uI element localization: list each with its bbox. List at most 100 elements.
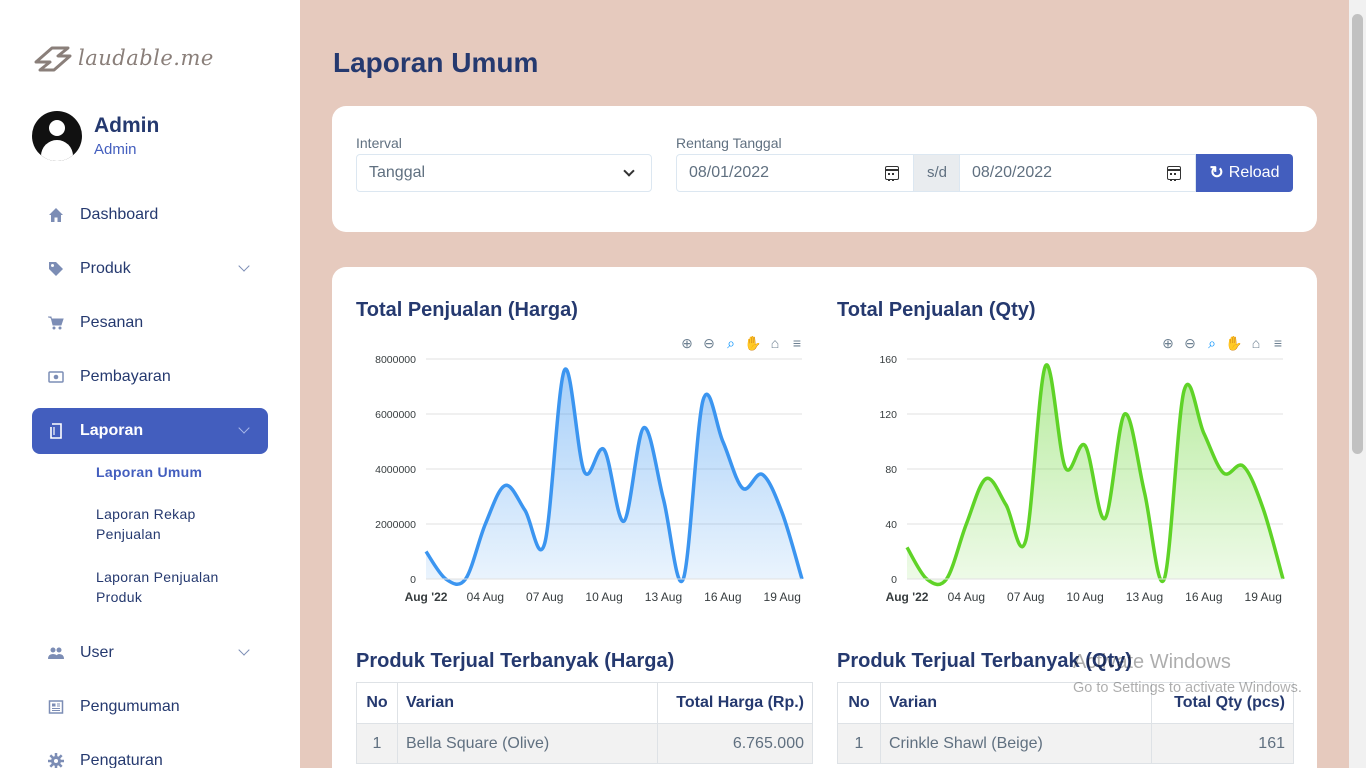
chevron-down-icon (623, 165, 635, 177)
table-harga: No Varian Total Harga (Rp.) 1 Bella Squa… (356, 682, 813, 764)
sidebar: laudable.me Admin Admin Dashboard Produk (0, 0, 300, 768)
logo-text: laudable.me (78, 46, 214, 70)
page-scrollbar[interactable] (1349, 0, 1366, 768)
users-icon (48, 645, 64, 661)
home-icon (48, 207, 64, 223)
tag-icon (48, 261, 64, 277)
x-tick-label: 13 Aug (1126, 590, 1163, 604)
date-to-value: 08/20/2022 (972, 164, 1053, 181)
x-tick-label: 07 Aug (526, 590, 563, 604)
submenu-laporan-rekap-penjualan[interactable]: Laporan Rekap Penjualan (96, 504, 216, 544)
cell-varian: Bella Square (Olive) (397, 723, 658, 764)
newspaper-icon (48, 699, 64, 715)
filter-card: Interval Tanggal Rentang Tanggal 08/01/2… (332, 106, 1317, 232)
sidebar-item-pengumuman[interactable]: Pengumuman (32, 684, 268, 730)
x-tick-label: 16 Aug (1185, 590, 1222, 604)
user-profile: Admin Admin (32, 111, 159, 161)
sidebar-item-pengaturan[interactable]: Pengaturan (32, 738, 268, 768)
reload-label: Reload (1228, 164, 1280, 181)
sidebar-item-produk[interactable]: Produk (32, 246, 268, 292)
x-tick-label: 10 Aug (1066, 590, 1103, 604)
chevron-down-icon (238, 644, 250, 656)
submenu-laporan-penjualan-produk[interactable]: Laporan Penjualan Produk (96, 567, 226, 607)
chevron-down-icon (238, 260, 250, 272)
x-tick-label: 13 Aug (645, 590, 682, 604)
interval-select[interactable]: Tanggal (356, 154, 652, 192)
col-varian: Varian (397, 682, 658, 724)
series-area (426, 369, 802, 585)
windows-activation-watermark: Activate Windows Go to Settings to activ… (1073, 651, 1302, 696)
refresh-icon: ↻ (1209, 163, 1224, 182)
x-tick-label: Aug '22 (405, 590, 448, 604)
y-tick-label: 0 (891, 574, 897, 586)
y-tick-label: 0 (410, 574, 416, 586)
cart-icon (48, 315, 64, 331)
sidebar-item-laporan[interactable]: Laporan (32, 408, 268, 454)
x-tick-label: Aug '22 (886, 590, 929, 604)
sidebar-item-pesanan[interactable]: Pesanan (32, 300, 268, 346)
col-total: Total Harga (Rp.) (657, 682, 813, 724)
col-no: No (837, 682, 881, 724)
page-title: Laporan Umum (333, 47, 539, 78)
sidebar-item-label: Laporan (80, 422, 144, 439)
reload-button[interactable]: ↻ Reload (1196, 154, 1293, 192)
calendar-icon[interactable] (1167, 166, 1181, 181)
table-row: 1 Crinkle Shawl (Beige) 161 (837, 723, 1294, 764)
sidebar-item-pembayaran[interactable]: Pembayaran (32, 354, 268, 400)
date-from-input[interactable]: 08/01/2022 (676, 154, 914, 192)
chevron-down-icon (238, 422, 250, 434)
chart-qty[interactable]: 0 40 80 120 160 Aug '22 04 Aug 07 Aug 10 Aug 13 A… (837, 347, 1297, 607)
cell-no: 1 (356, 723, 398, 764)
y-tick-label: 6000000 (375, 409, 416, 421)
sidebar-item-label: Pembayaran (80, 368, 171, 385)
avatar (32, 111, 82, 161)
chart-harga[interactable]: 0 2000000 4000000 6000000 8000000 Aug '22 04 A… (356, 347, 816, 607)
table-row: 1 Bella Square (Olive) 6.765.000 (356, 723, 813, 764)
x-tick-label: 16 Aug (704, 590, 741, 604)
interval-value: Tanggal (369, 164, 426, 181)
y-tick-label: 8000000 (375, 354, 416, 366)
sidebar-item-label: Pengumuman (80, 698, 180, 715)
cell-total: 6.765.000 (657, 723, 813, 764)
submenu-laporan-umum[interactable]: Laporan Umum (96, 462, 268, 482)
date-separator: s/d (914, 154, 960, 192)
sidebar-item-label: User (80, 644, 114, 661)
sidebar-item-label: Dashboard (80, 206, 159, 223)
sidebar-item-label: Pesanan (80, 314, 144, 331)
x-tick-label: 19 Aug (764, 590, 801, 604)
interval-label: Interval (356, 135, 402, 151)
date-to-input[interactable]: 08/20/2022 (959, 154, 1196, 192)
profile-name: Admin (94, 114, 160, 137)
scrollbar-thumb[interactable] (1352, 14, 1363, 454)
y-tick-label: 120 (879, 409, 897, 421)
x-tick-label: 19 Aug (1245, 590, 1282, 604)
x-tick-label: 10 Aug (585, 590, 622, 604)
calendar-icon[interactable] (885, 166, 899, 181)
document-icon (48, 423, 64, 439)
gear-icon (48, 753, 64, 768)
y-tick-label: 40 (885, 519, 897, 531)
y-tick-label: 160 (879, 354, 897, 366)
x-tick-label: 04 Aug (948, 590, 985, 604)
sidebar-item-user[interactable]: User (32, 630, 268, 676)
profile-role: Admin (94, 141, 137, 158)
sidebar-menu: Dashboard Produk Pesanan Pembayaran Lapo… (32, 192, 268, 768)
x-tick-label: 07 Aug (1007, 590, 1044, 604)
chart-title-harga: Total Penjualan (Harga) (356, 299, 578, 321)
sidebar-item-dashboard[interactable]: Dashboard (32, 192, 268, 238)
y-tick-label: 80 (885, 464, 897, 476)
cell-varian: Crinkle Shawl (Beige) (880, 723, 1152, 764)
chart-title-qty: Total Penjualan (Qty) (837, 299, 1036, 321)
logo[interactable]: laudable.me (32, 40, 214, 76)
range-label: Rentang Tanggal (676, 135, 782, 151)
y-tick-label: 4000000 (375, 464, 416, 476)
table-title-harga: Produk Terjual Terbanyak (Harga) (356, 650, 675, 672)
sidebar-item-label: Produk (80, 260, 131, 277)
watermark-line2: Go to Settings to activate Windows. (1073, 680, 1302, 696)
logo-icon (34, 46, 72, 72)
cell-no: 1 (837, 723, 881, 764)
date-from-value: 08/01/2022 (689, 164, 770, 181)
laporan-submenu: Laporan Umum Laporan Rekap Penjualan Lap… (32, 462, 268, 607)
y-tick-label: 2000000 (375, 519, 416, 531)
watermark-line1: Activate Windows (1073, 651, 1231, 673)
